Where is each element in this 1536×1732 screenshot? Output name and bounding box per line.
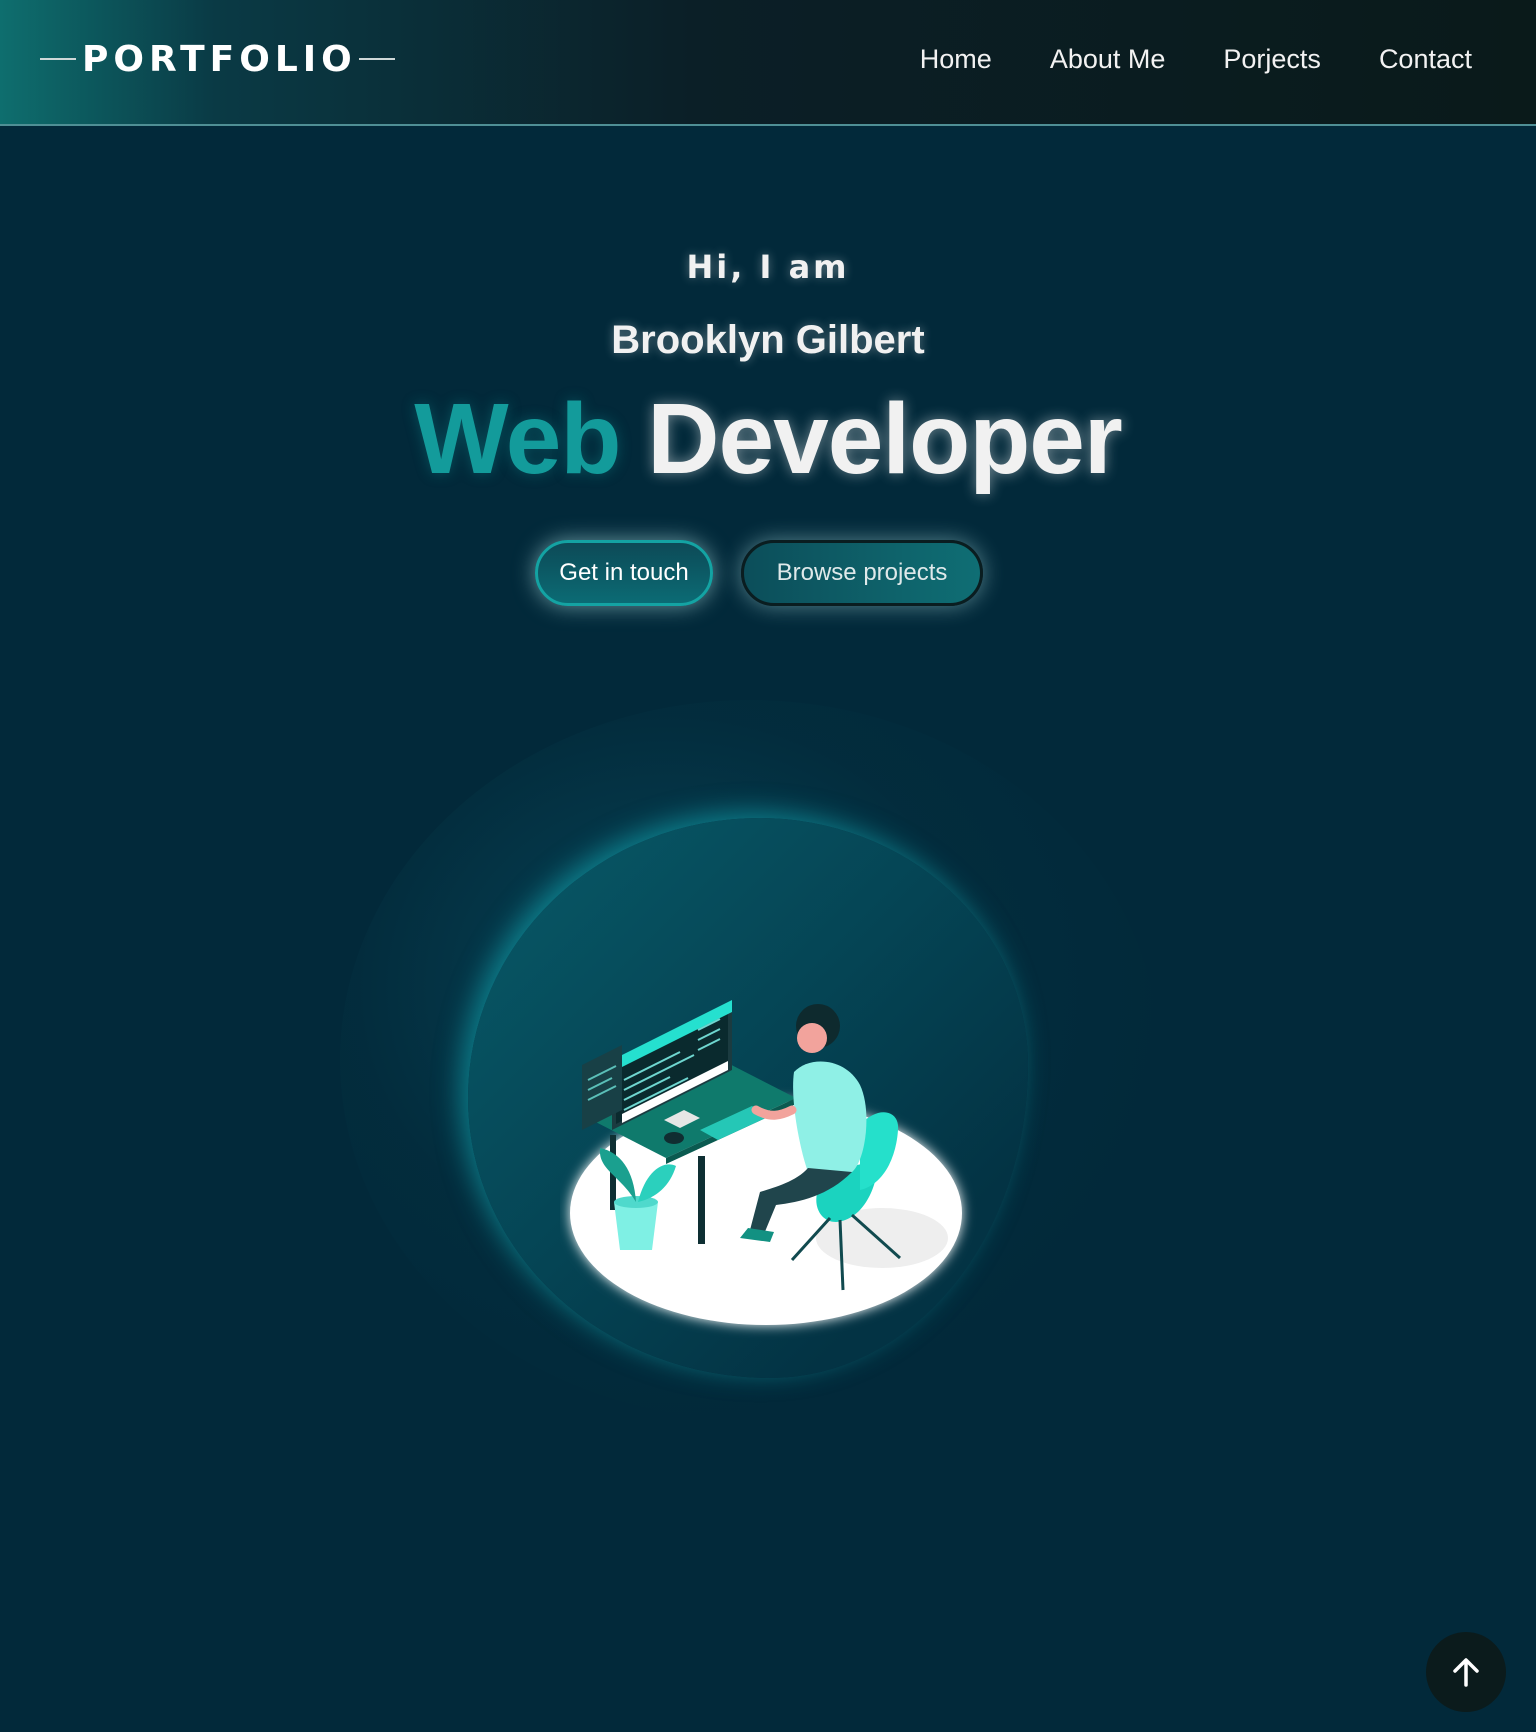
- get-in-touch-button[interactable]: Get in touch: [535, 540, 713, 606]
- developer-illustration: [570, 1000, 962, 1325]
- nav-about-me[interactable]: About Me: [1050, 44, 1166, 75]
- plant-pot: [614, 1202, 658, 1250]
- hero-name: Brooklyn Gilbert: [611, 318, 925, 362]
- browse-projects-button[interactable]: Browse projects: [741, 540, 983, 606]
- hero-title-accent: Web: [414, 383, 621, 495]
- nav-home[interactable]: Home: [920, 44, 992, 75]
- nav-projects[interactable]: Porjects: [1223, 44, 1321, 75]
- logo-divider-left: [40, 58, 76, 60]
- hero-title: Web Developer: [0, 382, 1536, 497]
- main-nav: Home About Me Porjects Contact: [920, 44, 1472, 75]
- nav-contact[interactable]: Contact: [1379, 44, 1472, 75]
- hero-title-main: Developer: [647, 383, 1123, 495]
- hero-greeting: Hi, I am: [686, 248, 850, 286]
- scroll-top-button[interactable]: [1426, 1632, 1506, 1712]
- logo[interactable]: PORTFOLIO: [40, 34, 395, 84]
- desk-leg: [698, 1156, 705, 1244]
- arrow-up-icon: [1453, 1658, 1479, 1687]
- logo-divider-right: [358, 58, 395, 60]
- logo-text: PORTFOLIO: [82, 38, 357, 80]
- mouse: [664, 1132, 684, 1144]
- person-shirt: [793, 1061, 867, 1172]
- site-header: PORTFOLIO Home About Me Porjects Contact: [0, 0, 1536, 126]
- hero-actions: Get in touch Browse projects: [535, 540, 983, 606]
